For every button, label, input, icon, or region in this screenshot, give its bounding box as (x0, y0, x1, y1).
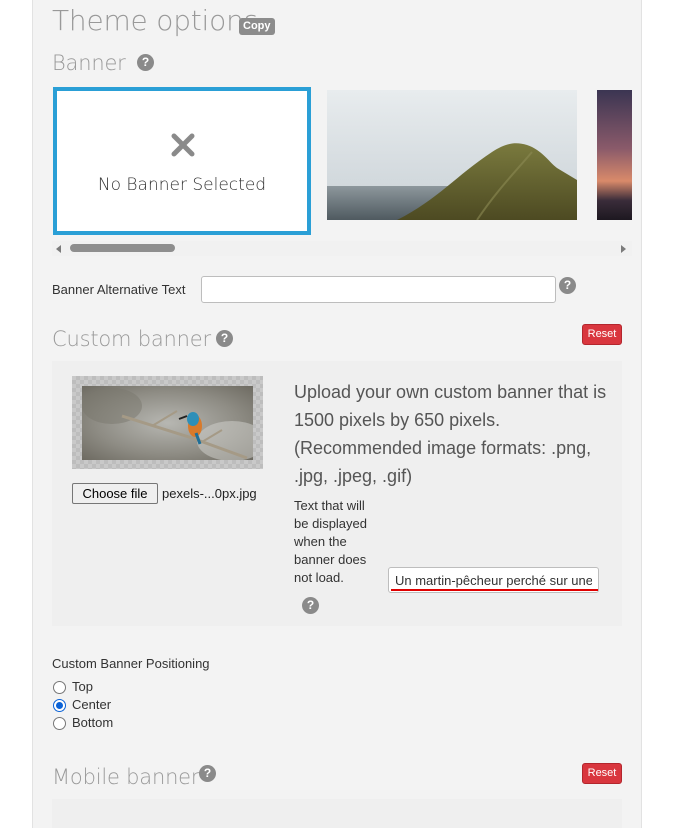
custom-banner-heading: Custom banner (52, 327, 211, 351)
radio-bottom-label: Bottom (72, 715, 114, 730)
banner-help-icon[interactable]: ? (137, 54, 154, 71)
scroll-right-icon[interactable] (621, 245, 626, 253)
scroll-left-icon[interactable] (56, 245, 61, 253)
radio-center-label: Center (72, 697, 112, 712)
scrollbar-thumb[interactable] (70, 244, 175, 252)
carousel-scrollbar[interactable] (52, 241, 632, 256)
custom-banner-reset-button[interactable]: Reset (582, 324, 622, 345)
banner-option-hill[interactable] (327, 90, 577, 220)
no-banner-text: No Banner Selected (97, 175, 267, 195)
banner-alt-help-icon[interactable]: ? (559, 277, 576, 294)
mobile-banner-heading: Mobile banner (52, 765, 200, 789)
positioning-label: Custom Banner Positioning (52, 656, 210, 671)
x-icon (171, 133, 195, 157)
custom-banner-preview (72, 376, 263, 469)
page-title: Theme options (52, 4, 259, 37)
banner-carousel: No Banner Selected (52, 86, 632, 256)
mobile-banner-help-icon[interactable]: ? (199, 765, 216, 782)
banner-option-sunset[interactable] (597, 90, 632, 220)
radio-bottom[interactable] (53, 717, 66, 730)
radio-top[interactable] (53, 681, 66, 694)
banner-alt-input[interactable] (201, 276, 556, 303)
banner-fallback-text-label: Text that will be displayed when the ban… (294, 498, 367, 585)
radio-top-label: Top (72, 679, 93, 694)
custom-banner-help-icon[interactable]: ? (216, 330, 233, 347)
kingfisher-image (82, 386, 253, 460)
fallback-text-help-icon[interactable]: ? (302, 597, 319, 614)
copy-badge[interactable]: Copy (239, 18, 275, 35)
upload-instructions: Upload your own custom banner that is 15… (294, 382, 607, 486)
mobile-banner-upload-area (52, 799, 622, 828)
choose-file-button[interactable]: Choose file (72, 483, 158, 504)
banner-alt-label: Banner Alternative Text (52, 282, 186, 297)
radio-center[interactable] (53, 699, 66, 712)
banner-heading: Banner (52, 51, 126, 75)
mobile-banner-reset-button[interactable]: Reset (582, 763, 622, 784)
spellcheck-underline (391, 589, 598, 591)
no-banner-option[interactable]: No Banner Selected (53, 87, 311, 235)
selected-file-name: pexels-...0px.jpg (162, 486, 257, 501)
